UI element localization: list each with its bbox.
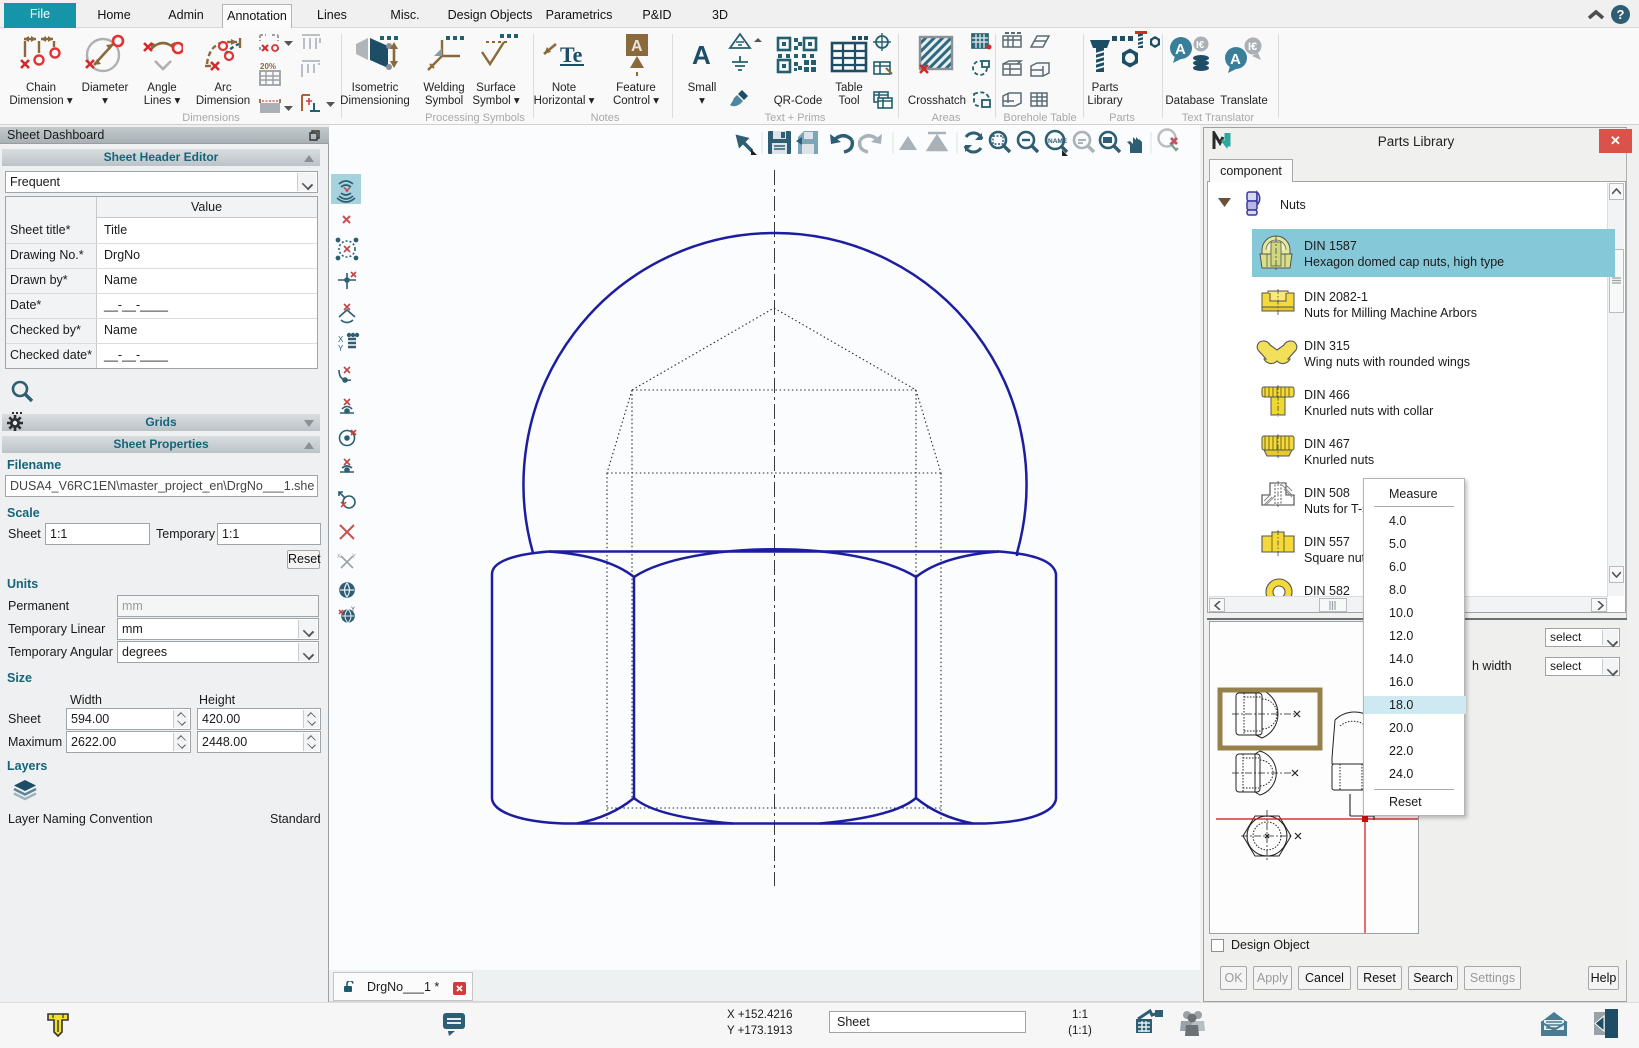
svg-text:I€: I€ xyxy=(1248,41,1257,53)
svg-text:I€: I€ xyxy=(1196,40,1205,51)
svg-text:20%: 20% xyxy=(260,62,276,71)
svg-text:X: X xyxy=(338,335,344,344)
svg-text:Te: Te xyxy=(560,42,583,67)
svg-text:A: A xyxy=(1175,41,1186,58)
svg-text:NAME: NAME xyxy=(1048,138,1068,145)
svg-text:A: A xyxy=(631,38,643,55)
svg-text:Y: Y xyxy=(351,607,355,613)
svg-text:A: A xyxy=(692,40,711,70)
svg-text:Y: Y xyxy=(352,554,356,560)
svg-text:X: X xyxy=(337,554,341,560)
svg-text:A: A xyxy=(1230,51,1241,68)
svg-text:Y: Y xyxy=(338,344,344,353)
